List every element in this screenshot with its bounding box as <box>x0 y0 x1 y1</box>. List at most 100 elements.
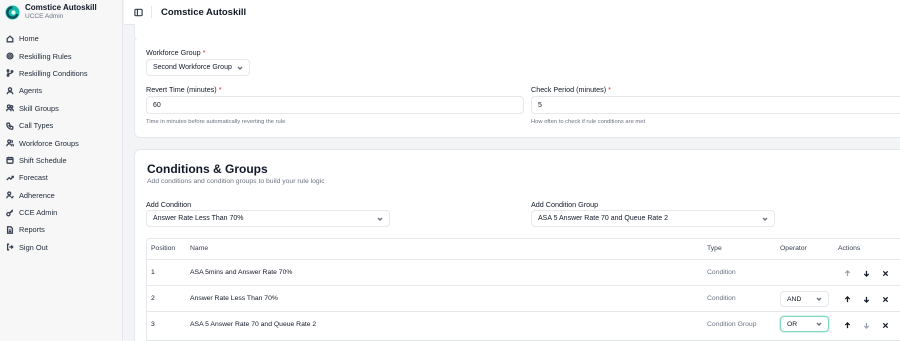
conditions-table: Position Name Type Operator Actions 1 AS… <box>146 238 900 341</box>
calendar-icon <box>6 157 14 165</box>
conditions-title: Conditions & Groups <box>147 162 268 176</box>
key-icon <box>6 208 14 217</box>
sidebar-item-workforce-groups[interactable]: Workforce Groups <box>0 134 122 151</box>
row-type: Condition Group <box>707 321 757 328</box>
users-icon <box>6 104 14 112</box>
table-row: 3 ASA 5 Answer Rate 70 and Queue Rate 2 … <box>147 312 900 338</box>
move-up-button[interactable] <box>842 268 852 278</box>
sidebar-item-adherence[interactable]: Adherence <box>0 187 122 204</box>
user-check-icon <box>6 191 14 199</box>
sidebar-item-label: Forecast <box>19 173 48 183</box>
remove-button[interactable] <box>880 320 890 330</box>
sidebar-item-cce-admin[interactable]: CCE Admin <box>0 204 122 221</box>
rule-settings-card: Workforce Group * Second Workforce Group … <box>134 40 900 138</box>
sidebar-toggle-button[interactable] <box>132 6 144 18</box>
check-period-help: How often to check if rule conditions ar… <box>531 119 646 125</box>
revert-time-input[interactable]: 60 <box>146 96 524 114</box>
arrow-down-icon <box>863 322 869 329</box>
row-type: Condition <box>707 295 736 302</box>
arrow-up-icon <box>844 295 850 302</box>
panel-left-icon <box>133 8 143 16</box>
sidebar-item-label: CCE Admin <box>19 208 58 218</box>
user-icon <box>6 87 14 95</box>
sidebar-item-forecast[interactable]: Forecast <box>0 169 122 186</box>
remove-button[interactable] <box>880 294 890 304</box>
add-condition-group-select[interactable]: ASA 5 Answer Rate 70 and Queue Rate 2 <box>531 210 775 227</box>
arrow-down-icon <box>863 270 869 277</box>
sidebar-item-label: Skill Groups <box>19 103 59 113</box>
sidebar-item-label: Reports <box>19 225 45 235</box>
logout-icon <box>6 243 14 251</box>
column-header-operator: Operator <box>780 245 807 252</box>
row-position: 2 <box>151 295 155 302</box>
header-divider <box>151 6 152 18</box>
add-condition-label: Add Condition <box>146 200 192 209</box>
row-name: ASA 5mins and Answer Rate 70% <box>190 269 293 276</box>
sidebar-item-call-types[interactable]: Call Types <box>0 117 122 134</box>
operator-select[interactable]: AND <box>780 291 829 307</box>
sidebar-item-skill-groups[interactable]: Skill Groups <box>0 100 122 117</box>
close-icon <box>882 270 888 276</box>
sidebar-item-shift-schedule[interactable]: Shift Schedule <box>0 152 122 169</box>
operator-select[interactable]: OR <box>780 316 829 332</box>
home-icon <box>6 35 14 43</box>
gear-icon <box>6 52 14 60</box>
required-marker: * <box>202 48 206 57</box>
add-condition-group-value: ASA 5 Answer Rate 70 and Queue Rate 2 <box>538 215 668 222</box>
sidebar-item-label: Sign Out <box>19 242 48 252</box>
chevron-down-icon <box>377 216 383 222</box>
move-up-button[interactable] <box>842 294 852 304</box>
column-header-type: Type <box>707 245 722 252</box>
add-condition-group-label: Add Condition Group <box>531 200 599 209</box>
app-subtitle: UCCE Admin <box>25 13 64 20</box>
add-condition-value: Answer Rate Less Than 70% <box>153 215 244 222</box>
sidebar-item-label: Call Types <box>19 121 54 131</box>
column-header-position: Position <box>151 245 176 252</box>
workforce-group-value: Second Workforce Group <box>153 64 232 71</box>
add-condition-select[interactable]: Answer Rate Less Than 70% <box>146 210 390 227</box>
revert-time-label: Revert Time (minutes) * <box>146 85 222 94</box>
conditions-subtitle: Add conditions and condition groups to b… <box>147 178 325 185</box>
operator-value: OR <box>787 320 798 328</box>
move-down-button[interactable] <box>861 268 871 278</box>
required-marker: * <box>218 85 222 94</box>
remove-button[interactable] <box>880 268 890 278</box>
sidebar-item-reports[interactable]: Reports <box>0 221 122 238</box>
row-name: Answer Rate Less Than 70% <box>190 295 278 302</box>
app-logo-icon <box>5 4 20 20</box>
sidebar: Comstice Autoskill UCCE Admin Home Reski… <box>0 0 123 341</box>
sidebar-item-sign-out[interactable]: Sign Out <box>0 239 122 256</box>
row-type: Condition <box>707 269 736 276</box>
sidebar-item-home[interactable]: Home <box>0 30 122 47</box>
sidebar-item-reskilling-rules[interactable]: Reskilling Rules <box>0 47 122 64</box>
table-row: 2 Answer Rate Less Than 70% Condition AN… <box>147 286 900 312</box>
top-bar: Comstice Autoskill <box>124 0 900 25</box>
sidebar-item-label: Reskilling Rules <box>19 51 72 61</box>
revert-time-help: Time in minutes before automatically rev… <box>146 119 286 125</box>
page-title: Comstice Autoskill <box>161 6 247 18</box>
chevron-down-icon <box>816 296 822 302</box>
table-row: 1 ASA 5mins and Answer Rate 70% Conditio… <box>147 260 900 286</box>
sidebar-item-agents[interactable]: Agents <box>0 82 122 99</box>
column-header-actions: Actions <box>838 245 861 252</box>
check-period-input[interactable]: 5 <box>531 96 900 114</box>
close-icon <box>882 296 888 302</box>
table-header: Position Name Type Operator Actions <box>147 239 900 260</box>
row-position: 3 <box>151 321 155 328</box>
branch-icon <box>6 69 14 78</box>
arrow-up-icon <box>844 269 850 276</box>
sidebar-item-label: Home <box>19 34 39 44</box>
operator-value: AND <box>787 295 802 303</box>
move-down-button[interactable] <box>861 294 871 304</box>
chevron-down-icon <box>237 65 243 71</box>
move-down-button[interactable] <box>861 320 871 330</box>
app-name: Comstice Autoskill <box>25 3 97 12</box>
sidebar-item-label: Agents <box>19 86 43 96</box>
user-group-icon <box>6 139 14 147</box>
required-marker: * <box>608 85 611 94</box>
sidebar-item-reskilling-conditions[interactable]: Reskilling Conditions <box>0 65 122 82</box>
move-up-button[interactable] <box>842 320 852 330</box>
column-header-name: Name <box>190 245 209 252</box>
sidebar-item-label: Reskilling Conditions <box>19 68 88 78</box>
workforce-group-select[interactable]: Second Workforce Group <box>146 59 250 76</box>
